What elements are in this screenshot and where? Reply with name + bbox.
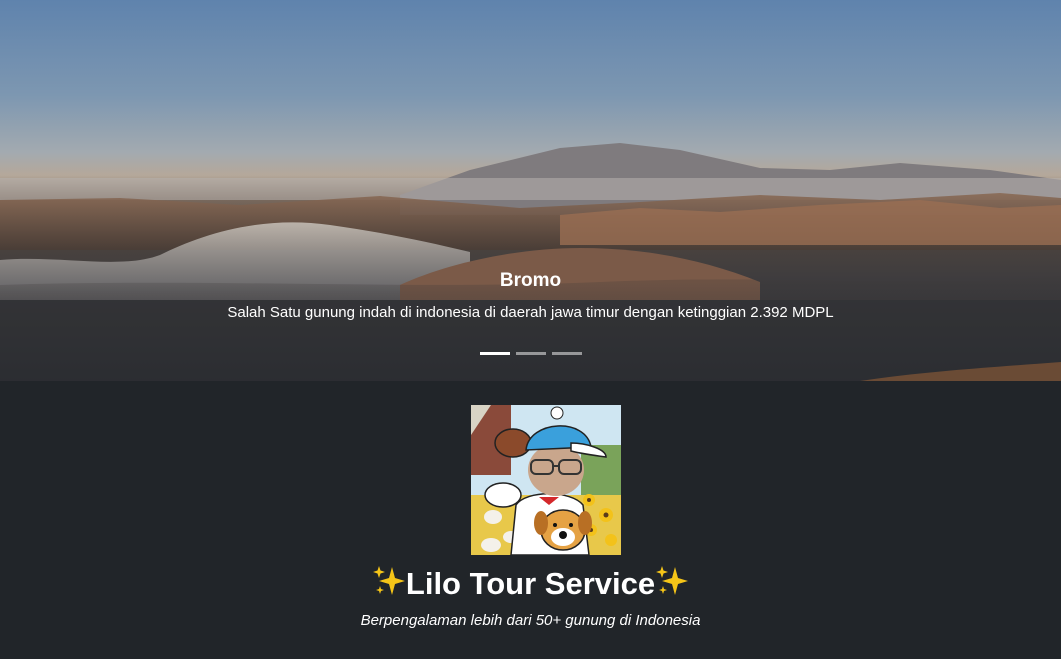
slide-caption: Salah Satu gunung indah di indonesia di … bbox=[227, 304, 834, 321]
hero-carousel[interactable]: Bromo Salah Satu gunung indah di indones… bbox=[0, 0, 1061, 381]
brand-title: Lilo Tour Service bbox=[405, 566, 656, 601]
carousel-indicator-2[interactable] bbox=[515, 352, 546, 355]
brand-tagline: Berpengalaman lebih dari 50+ gunung di I… bbox=[360, 612, 701, 629]
carousel-indicators bbox=[0, 352, 1061, 355]
profile-avatar-image bbox=[471, 405, 621, 555]
carousel-indicator-3[interactable] bbox=[551, 352, 582, 355]
sparkles-icon bbox=[372, 566, 405, 595]
carousel-slide-image bbox=[0, 143, 1061, 381]
brand-heading: Lilo Tour Service bbox=[0, 564, 1061, 602]
sparkles-icon bbox=[656, 566, 689, 595]
carousel-indicator-1[interactable] bbox=[479, 352, 510, 355]
slide-title: Bromo bbox=[499, 270, 562, 291]
